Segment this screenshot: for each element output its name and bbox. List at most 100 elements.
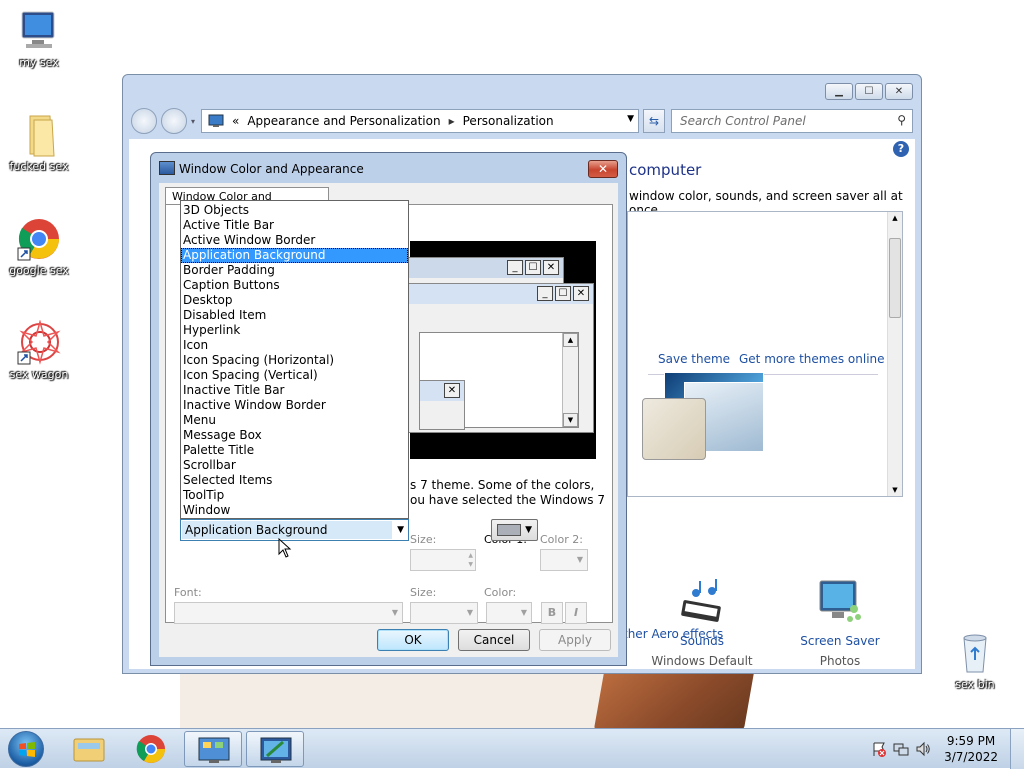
taskbar-control-panel[interactable]: [184, 731, 242, 767]
refresh-button[interactable]: ⇆: [643, 109, 665, 133]
volume-icon[interactable]: [915, 741, 931, 757]
get-more-themes-link[interactable]: Get more themes online: [739, 352, 885, 366]
close-button[interactable]: ✕: [885, 83, 913, 100]
color2-label: Color 2:: [540, 533, 583, 546]
desktop-icon-label: fucked sex: [9, 160, 69, 173]
theme-list-scrollbar[interactable]: ▲ ▼: [887, 212, 902, 496]
font-color-picker[interactable]: ▼: [486, 602, 532, 624]
item-option[interactable]: Icon Spacing (Horizontal): [181, 353, 408, 368]
scrollbar-thumb[interactable]: [889, 238, 901, 318]
desktop-icon-sex-bin[interactable]: sex bin: [938, 630, 1012, 691]
item-option[interactable]: Icon: [181, 338, 408, 353]
item-option[interactable]: Inactive Window Border: [181, 398, 408, 413]
description-line-1: s 7 theme. Some of the colors,: [410, 478, 595, 492]
dropdown-arrow-icon: ▼: [466, 608, 473, 617]
taskbar-explorer[interactable]: [60, 731, 118, 767]
item-option[interactable]: Caption Buttons: [181, 278, 408, 293]
start-button[interactable]: [8, 731, 44, 767]
item-option[interactable]: Palette Title: [181, 443, 408, 458]
window-controls: ▁ ☐ ✕: [825, 83, 913, 100]
network-icon[interactable]: [893, 741, 909, 757]
taskbar-chrome[interactable]: [122, 731, 180, 767]
preview-maximize-icon: ☐: [555, 286, 571, 301]
appearance-preview[interactable]: _ ☐ ✕ _ ☐ ✕ ▲ ▼ ✕: [340, 241, 596, 459]
preview-maximize-icon: ☐: [525, 260, 541, 275]
item-option[interactable]: Inactive Title Bar: [181, 383, 408, 398]
font-select[interactable]: ▼: [174, 602, 403, 624]
forward-button[interactable]: [161, 108, 187, 134]
sounds-icon: [681, 579, 721, 622]
aero-effects-link[interactable]: ther Aero effects: [623, 627, 723, 641]
back-button[interactable]: [131, 108, 157, 134]
scroll-up-icon[interactable]: ▲: [888, 212, 902, 224]
control-panel-icon: [198, 737, 230, 763]
cancel-button[interactable]: Cancel: [458, 629, 530, 651]
item-option[interactable]: Hyperlink: [181, 323, 408, 338]
dialog-close-button[interactable]: ✕: [588, 160, 618, 178]
maximize-button[interactable]: ☐: [855, 83, 883, 100]
recent-pages-icon[interactable]: ▾: [191, 117, 195, 126]
italic-button[interactable]: I: [565, 602, 587, 624]
ok-button[interactable]: OK: [377, 629, 449, 651]
description-line-2: ou have selected the Windows 7: [410, 493, 606, 507]
item-size-spinner[interactable]: ▲ ▼: [410, 549, 476, 571]
item-option[interactable]: Window: [181, 503, 408, 518]
item-option[interactable]: Menu: [181, 413, 408, 428]
item-option[interactable]: Desktop: [181, 293, 408, 308]
scroll-down-icon[interactable]: ▼: [888, 484, 902, 496]
item-option[interactable]: Disabled Item: [181, 308, 408, 323]
item-option[interactable]: Selected Items: [181, 473, 408, 488]
screen-saver-icon: [819, 580, 861, 622]
clock[interactable]: 9:59 PM 3/7/2022: [944, 733, 998, 765]
sounds-setting[interactable]: Sounds Windows Default: [642, 579, 762, 668]
item-option[interactable]: Active Window Border: [181, 233, 408, 248]
font-size-select[interactable]: ▼: [410, 602, 478, 624]
breadcrumb-separator-icon: ▸: [448, 114, 455, 128]
mandala-icon: [17, 320, 61, 365]
search-icon[interactable]: ⚲: [897, 113, 906, 127]
save-theme-link[interactable]: Save theme: [658, 352, 730, 366]
dialog-icon: [159, 161, 175, 175]
minimize-button[interactable]: ▁: [825, 83, 853, 100]
desktop-icon-sex-wagon[interactable]: sex wagon: [2, 320, 76, 381]
address-prefix: «: [232, 114, 240, 128]
font-color-label: Color:: [484, 586, 517, 599]
color2-picker[interactable]: ▼: [540, 549, 588, 571]
screen-saver-setting[interactable]: Screen Saver Photos: [780, 579, 900, 668]
item-dropdown-list[interactable]: 3D Objects Active Title Bar Active Window …: [180, 200, 409, 519]
breadcrumb-personalization[interactable]: Personalization: [463, 114, 554, 128]
help-icon[interactable]: ?: [893, 141, 909, 157]
color1-picker[interactable]: ▼: [491, 519, 538, 541]
item-option[interactable]: ToolTip: [181, 488, 408, 503]
selected-theme-thumbnail[interactable]: [642, 398, 706, 460]
personalization-icon: [260, 737, 292, 763]
apply-button[interactable]: Apply: [539, 629, 611, 651]
item-option[interactable]: Border Padding: [181, 263, 408, 278]
item-option[interactable]: 3D Objects: [181, 203, 408, 218]
search-input[interactable]: Search Control Panel ⚲: [671, 109, 913, 133]
desktop-icon-my-sex[interactable]: my sex: [2, 8, 76, 69]
screen-saver-title: Screen Saver: [800, 634, 880, 648]
color1-swatch: [497, 524, 521, 536]
address-dropdown-icon[interactable]: ▼: [627, 114, 634, 124]
desktop-icon-fucked-sex[interactable]: fucked sex: [2, 112, 76, 173]
taskbar: 9:59 PM 3/7/2022: [0, 728, 1024, 769]
item-option[interactable]: Active Title Bar: [181, 218, 408, 233]
dropdown-arrow-icon: ▼: [525, 525, 532, 535]
preview-close-icon: ✕: [573, 286, 589, 301]
show-desktop-button[interactable]: [1010, 729, 1024, 769]
item-select[interactable]: Application Background ▼: [180, 519, 409, 541]
item-option[interactable]: Application Background: [181, 248, 408, 263]
address-bar[interactable]: « Appearance and Personalization ▸ Perso…: [201, 109, 639, 133]
theme-list[interactable]: Save theme Get more themes online ▲ ▼: [627, 211, 903, 497]
taskbar-personalization[interactable]: [246, 731, 304, 767]
item-option[interactable]: Scrollbar: [181, 458, 408, 473]
breadcrumb-appearance[interactable]: Appearance and Personalization: [247, 114, 440, 128]
item-option[interactable]: Message Box: [181, 428, 408, 443]
item-option[interactable]: Icon Spacing (Vertical): [181, 368, 408, 383]
item-size-label: Size:: [410, 533, 437, 546]
action-center-flag-icon[interactable]: [871, 741, 887, 757]
bold-button[interactable]: B: [541, 602, 563, 624]
chrome-icon: [17, 219, 59, 261]
desktop-icon-google-sex[interactable]: google sex: [2, 216, 76, 277]
